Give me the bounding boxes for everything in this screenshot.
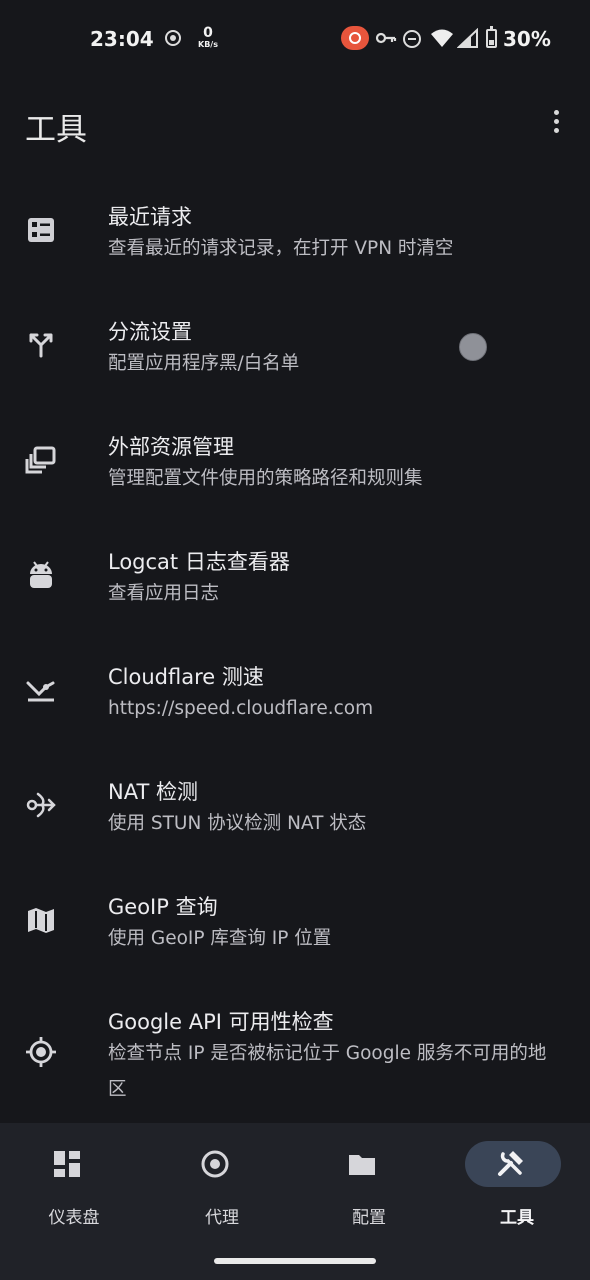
tool-subtitle: https://speed.cloudflare.com (108, 698, 374, 719)
tool-title: 外部资源管理 (108, 435, 234, 459)
tool-title: Cloudflare 测速 (108, 665, 264, 689)
nav-config[interactable]: 配置 (295, 1141, 443, 1251)
tool-item-split-settings[interactable]: 分流设置 配置应用程序黑/白名单 (0, 288, 590, 400)
tool-item-nat-detection[interactable]: NAT 检测 使用 STUN 协议检测 NAT 状态 (0, 748, 590, 860)
folder-icon (347, 1149, 377, 1179)
cast-recording-icon (341, 26, 369, 50)
nav-proxy[interactable]: 代理 (148, 1141, 296, 1251)
vpn-key-icon (375, 32, 397, 44)
call-split-icon (24, 328, 58, 362)
dashboard-icon (52, 1149, 82, 1179)
tool-subtitle: 查看应用日志 (108, 583, 220, 604)
nav-tools[interactable]: 工具 (443, 1141, 590, 1251)
tool-subtitle: 使用 GeoIP 库查询 IP 位置 (108, 928, 332, 949)
wifi-icon (431, 29, 453, 47)
tool-item-google-api-check[interactable]: Google API 可用性检查 检查节点 IP 是否被标记位于 Google … (0, 978, 590, 1118)
signal-icon (457, 28, 478, 48)
nav-label: 代理 (205, 1208, 239, 1228)
status-bar: 23:04 0 KB/s 30% (0, 0, 590, 78)
tool-item-cloudflare-speedtest[interactable]: Cloudflare 测速 https://speed.cloudflare.c… (0, 633, 590, 745)
touch-indicator (459, 333, 487, 361)
status-time: 23:04 (90, 27, 154, 51)
bottom-navigation: 仪表盘 代理 配置 工具 (0, 1123, 590, 1280)
map-icon (24, 903, 58, 937)
tool-subtitle: 配置应用程序黑/白名单 (108, 353, 300, 374)
tool-title: 分流设置 (108, 320, 192, 344)
request-list-icon (24, 213, 58, 247)
tool-subtitle: 使用 STUN 协议检测 NAT 状态 (108, 813, 367, 834)
android-icon (24, 558, 58, 592)
screen-record-icon (165, 30, 181, 46)
tool-item-external-resources[interactable]: 外部资源管理 管理配置文件使用的策略路径和规则集 (0, 403, 590, 515)
tool-title: GeoIP 查询 (108, 895, 218, 919)
tool-subtitle: 查看最近的请求记录，在打开 VPN 时清空 (108, 238, 454, 259)
library-icon (24, 443, 58, 477)
proxy-icon (200, 1149, 230, 1179)
tool-item-recent-requests[interactable]: 最近请求 查看最近的请求记录，在打开 VPN 时清空 (0, 173, 590, 285)
battery-percent: 30% (503, 27, 551, 51)
do-not-disturb-icon (403, 30, 421, 48)
home-indicator[interactable] (214, 1258, 376, 1264)
tool-item-logcat[interactable]: Logcat 日志查看器 查看应用日志 (0, 518, 590, 630)
nav-dashboard[interactable]: 仪表盘 (0, 1141, 148, 1251)
more-vert-icon[interactable] (540, 105, 574, 139)
tool-title: Google API 可用性检查 (108, 1010, 334, 1034)
battery-icon (486, 26, 497, 48)
page-title: 工具 (25, 112, 87, 148)
tool-title: Logcat 日志查看器 (108, 550, 290, 574)
tool-title: 最近请求 (108, 205, 192, 229)
gps-target-icon (24, 1035, 58, 1069)
tool-item-geoip-lookup[interactable]: GeoIP 查询 使用 GeoIP 库查询 IP 位置 (0, 863, 590, 975)
net-speed-value: 0 (203, 25, 213, 41)
net-speed-unit: KB/s (198, 40, 218, 49)
tool-subtitle: 管理配置文件使用的策略路径和规则集 (108, 468, 423, 489)
speed-test-icon (24, 673, 58, 707)
nav-label: 工具 (500, 1208, 534, 1228)
net-speed: 0 KB/s (197, 26, 219, 49)
tool-title: NAT 检测 (108, 780, 198, 804)
tool-subtitle: 检查节点 IP 是否被标记位于 Google 服务不可用的地区 (108, 1043, 547, 1100)
tools-icon (495, 1149, 525, 1179)
nav-label: 配置 (352, 1208, 386, 1228)
nat-icon (24, 788, 58, 822)
nav-label: 仪表盘 (48, 1208, 100, 1228)
